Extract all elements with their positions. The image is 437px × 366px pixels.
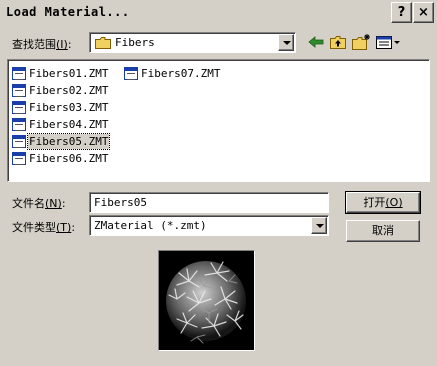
lookin-label-key: (I) [56, 38, 68, 51]
cancel-button[interactable]: 取消 [346, 220, 420, 242]
filename-label-key: (N) [45, 197, 62, 210]
view-menu-icon[interactable] [375, 33, 401, 51]
close-button[interactable]: × [413, 2, 434, 23]
lookin-value: Fibers [115, 36, 155, 49]
zmt-file-icon [124, 67, 138, 80]
file-name: Fibers04.ZMT [29, 118, 109, 131]
file-name: Fibers01.ZMT [29, 67, 109, 80]
file-name: Fibers05.ZMT [26, 133, 111, 150]
filename-label-text: 文件名 [12, 197, 45, 210]
open-button-label: 打开 [363, 196, 386, 209]
list-item[interactable]: Fibers04.ZMT [12, 116, 109, 133]
new-folder-icon[interactable] [351, 33, 371, 51]
zmt-file-icon [12, 152, 26, 165]
filetype-label: 文件类型(T): [12, 219, 75, 235]
filetype-combo[interactable]: ZMaterial (*.zmt) [89, 215, 329, 236]
list-item[interactable]: Fibers07.ZMT [124, 65, 221, 82]
filetype-value: ZMaterial (*.zmt) [94, 219, 207, 232]
file-name: Fibers06.ZMT [29, 152, 109, 165]
folder-icon [95, 37, 111, 49]
zmt-file-icon [12, 135, 26, 148]
filetype-label-text: 文件类型 [12, 221, 56, 234]
help-button[interactable]: ? [391, 2, 412, 23]
filename-value: Fibers05 [94, 196, 147, 209]
list-item[interactable]: Fibers03.ZMT [12, 99, 109, 116]
lookin-label-text: 查找范围 [12, 38, 56, 51]
list-item[interactable]: Fibers06.ZMT [12, 150, 109, 167]
open-button[interactable]: 打开(O) [345, 191, 421, 214]
open-button-key: (O) [385, 196, 403, 209]
file-name: Fibers02.ZMT [29, 84, 109, 97]
zmt-file-icon [12, 101, 26, 114]
filetype-label-colon: : [71, 221, 76, 234]
zmt-file-icon [12, 118, 26, 131]
file-name: Fibers03.ZMT [29, 101, 109, 114]
file-name: Fibers07.ZMT [141, 67, 221, 80]
filename-label-colon: : [61, 197, 66, 210]
list-item-selected[interactable]: Fibers05.ZMT [12, 133, 111, 150]
filetype-label-key: (T) [56, 221, 72, 234]
lookin-label: 查找范围(I): [12, 36, 72, 52]
window-title: Load Material... [6, 5, 130, 19]
zmt-file-icon [12, 84, 26, 97]
lookin-dropdown-button[interactable] [278, 34, 294, 51]
list-item[interactable]: Fibers02.ZMT [12, 82, 109, 99]
lookin-combo[interactable]: Fibers [89, 32, 296, 53]
material-preview [158, 250, 255, 351]
zmt-file-icon [12, 67, 26, 80]
filetype-dropdown-button[interactable] [311, 217, 327, 234]
filename-label: 文件名(N): [12, 195, 66, 211]
title-bar: Load Material... ? × [0, 0, 437, 27]
fibers-material-thumbnail [159, 251, 254, 350]
back-arrow-icon[interactable] [306, 33, 326, 51]
file-list[interactable]: Fibers01.ZMT Fibers02.ZMT Fibers03.ZMT F… [7, 59, 430, 182]
list-item[interactable]: Fibers01.ZMT [12, 65, 109, 82]
lookin-label-colon: : [67, 38, 72, 51]
up-folder-icon[interactable] [328, 33, 348, 51]
filename-input[interactable]: Fibers05 [89, 192, 329, 213]
